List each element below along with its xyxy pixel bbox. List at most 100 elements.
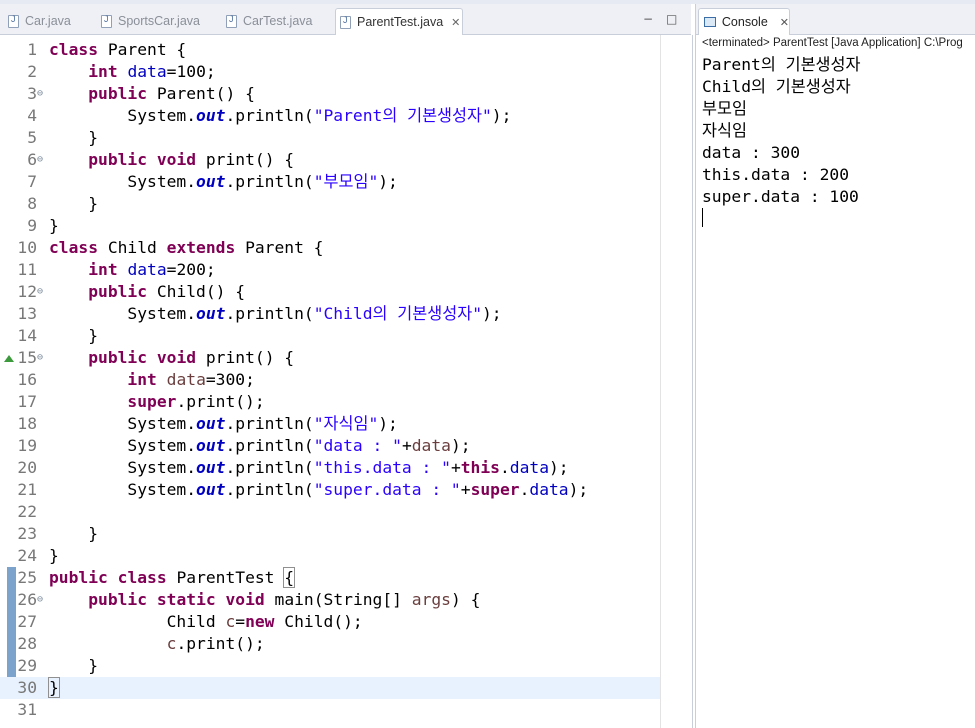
code-token: "super.data : ": [313, 480, 461, 499]
override-marker-icon[interactable]: [4, 355, 14, 362]
code-text: Child c=new Child();: [49, 611, 363, 633]
tab-sportscar-java[interactable]: SportsCar.java: [97, 8, 221, 34]
code-token: out: [196, 172, 226, 191]
code-line[interactable]: 24}: [0, 545, 660, 567]
code-token: Parent {: [235, 238, 324, 257]
tab-parenttest-java[interactable]: ParentTest.java ✕: [335, 8, 463, 35]
code-line[interactable]: 8 }: [0, 193, 660, 215]
code-token: }: [49, 128, 99, 147]
tab-label: SportsCar.java: [118, 14, 200, 28]
code-token: public: [88, 590, 148, 609]
code-token: super: [470, 480, 520, 499]
maximize-icon[interactable]: □: [666, 12, 677, 26]
code-token: System.: [49, 172, 197, 191]
code-line[interactable]: 11 int data=200;: [0, 259, 660, 281]
code-line[interactable]: 20 System.out.println("this.data : "+thi…: [0, 457, 660, 479]
close-icon[interactable]: ✕: [780, 16, 789, 29]
code-line[interactable]: 31: [0, 699, 660, 721]
code-text: }: [49, 655, 98, 677]
line-number: 24: [17, 546, 37, 565]
code-token: Child();: [274, 612, 363, 631]
code-text: System.out.println("부모임");: [49, 171, 397, 193]
code-token: .: [499, 458, 510, 477]
code-line[interactable]: 12 ⊖ public Child() {: [0, 281, 660, 303]
code-token: data: [127, 62, 167, 81]
fold-collapse-icon[interactable]: ⊖: [37, 347, 43, 369]
code-token: =100;: [166, 62, 216, 81]
code-line[interactable]: 3 ⊖ public Parent() {: [0, 83, 660, 105]
code-line[interactable]: 7 System.out.println("부모임");: [0, 171, 660, 193]
code-line[interactable]: 26 ⊖ public static void main(String[] arg…: [0, 589, 660, 611]
code-line[interactable]: 23 }: [0, 523, 660, 545]
tab-label: Car.java: [25, 14, 71, 28]
code-line[interactable]: 18 System.out.println("자식임");: [0, 413, 660, 435]
code-line[interactable]: 9}: [0, 215, 660, 237]
fold-collapse-icon[interactable]: ⊖: [37, 149, 43, 171]
console-output-line: 부모임: [702, 99, 747, 118]
code-line[interactable]: 27 Child c=new Child();: [0, 611, 660, 633]
code-line[interactable]: 16 int data=300;: [0, 369, 660, 391]
code-line[interactable]: 10 class Child extends Parent {: [0, 237, 660, 259]
code-line[interactable]: 21 System.out.println("super.data : "+su…: [0, 479, 660, 501]
code-line[interactable]: 22: [0, 501, 660, 523]
code-text: System.out.println("Child의 기본생성자");: [49, 303, 501, 325]
code-line[interactable]: 5 }: [0, 127, 660, 149]
minimize-icon[interactable]: −: [643, 12, 653, 26]
code-line[interactable]: 15 ⊖ public void print() {: [0, 347, 660, 369]
code-text: System.out.println("super.data : "+super…: [49, 479, 588, 501]
tab-cartest-java[interactable]: CarTest.java: [222, 8, 334, 34]
fold-collapse-icon[interactable]: ⊖: [37, 83, 43, 105]
fold-collapse-icon[interactable]: ⊖: [37, 281, 43, 303]
java-file-icon: [340, 15, 351, 29]
editor-overview-ruler[interactable]: [660, 35, 693, 728]
tab-car-java[interactable]: Car.java: [4, 8, 96, 34]
code-token: }: [49, 524, 99, 543]
close-icon[interactable]: ✕: [451, 16, 460, 29]
code-text: public void print() {: [49, 347, 294, 369]
code-line[interactable]: 13 System.out.println("Child의 기본생성자");: [0, 303, 660, 325]
code-line[interactable]: 4 System.out.println("Parent의 기본생성자");: [0, 105, 660, 127]
code-text: public void print() {: [49, 149, 294, 171]
code-token: data: [166, 370, 206, 389]
code-line[interactable]: 25 public class ParentTest {: [0, 567, 660, 589]
code-token: System.: [49, 436, 197, 455]
code-token: int: [88, 260, 118, 279]
line-number: 10: [17, 238, 37, 257]
code-line[interactable]: 17 super.print();: [0, 391, 660, 413]
code-token: =300;: [205, 370, 255, 389]
code-editor[interactable]: 1 class Parent {2 int data=100; 3 ⊖ public …: [0, 35, 660, 728]
code-token: }: [48, 677, 60, 698]
code-line[interactable]: 28 c.print();: [0, 633, 660, 655]
code-text: }: [49, 325, 98, 347]
code-token: .println(: [225, 106, 314, 125]
code-token: data: [509, 458, 549, 477]
code-line[interactable]: 30}: [0, 677, 660, 699]
code-token: "부모임": [313, 172, 379, 191]
code-text: }: [49, 545, 59, 567]
line-number: 11: [17, 260, 37, 279]
console-output[interactable]: Parent의 기본생성자 Child의 기본생성자 부모임 자식임 data : 30…: [702, 54, 861, 208]
java-file-icon: [8, 14, 19, 28]
code-line[interactable]: 2 int data=100;: [0, 61, 660, 83]
code-token: .print();: [176, 634, 265, 653]
code-token: new: [245, 612, 275, 631]
code-line[interactable]: 14 }: [0, 325, 660, 347]
code-token: .println(: [225, 480, 314, 499]
code-token: System.: [49, 458, 197, 477]
fold-collapse-icon[interactable]: ⊖: [37, 589, 43, 611]
code-token: int: [88, 62, 118, 81]
code-line[interactable]: 1 class Parent {: [0, 39, 660, 61]
code-line[interactable]: 19 System.out.println("data : "+data);: [0, 435, 660, 457]
code-token: extends: [166, 238, 236, 257]
code-line[interactable]: 6 ⊖ public void print() {: [0, 149, 660, 171]
code-token: );: [491, 106, 512, 125]
code-token: +: [460, 480, 471, 499]
tab-console[interactable]: Console ✕: [698, 8, 790, 35]
code-line[interactable]: 29 }: [0, 655, 660, 677]
